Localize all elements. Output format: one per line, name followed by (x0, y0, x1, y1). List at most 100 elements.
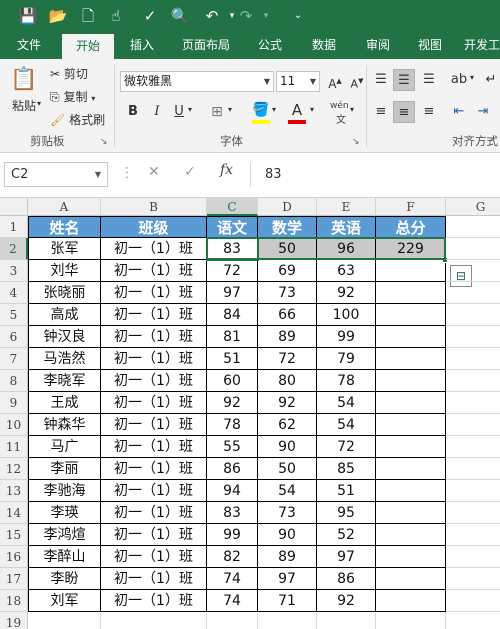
table-cell[interactable] (376, 480, 446, 502)
table-cell[interactable]: 90 (258, 436, 317, 458)
touch-mode-icon[interactable]: ☝ (104, 4, 128, 28)
row-header[interactable]: 13 (0, 480, 28, 502)
new-icon[interactable]: 🗋 (76, 4, 100, 28)
table-cell[interactable]: 李鸿煊 (28, 524, 101, 546)
row-header[interactable]: 4 (0, 282, 28, 304)
table-cell[interactable]: 初一（1）班 (101, 414, 207, 436)
align-top-icon[interactable]: ☰ (370, 69, 392, 91)
table-cell[interactable]: 92 (207, 392, 258, 414)
table-header-cell[interactable]: 班级 (101, 216, 207, 238)
table-cell[interactable]: 83 (207, 502, 258, 524)
cut-button[interactable]: ✂ 剪切 (50, 65, 88, 82)
table-cell[interactable]: 李瑛 (28, 502, 101, 524)
table-cell[interactable]: 张军 (28, 238, 101, 260)
table-cell[interactable]: 初一（1）班 (101, 282, 207, 304)
paste-dropdown-icon[interactable]: ▾ (37, 99, 41, 108)
cancel-icon[interactable]: ✕ (148, 164, 160, 180)
table-cell[interactable]: 66 (258, 304, 317, 326)
font-color-icon[interactable]: A (286, 99, 308, 121)
worksheet-grid[interactable]: A B C D E F G 1 2 3 4 5 6 7 8 9 10 11 12 13 14 15 16 17 1… (0, 198, 500, 629)
row-header[interactable]: 8 (0, 370, 28, 392)
table-cell[interactable]: 60 (207, 370, 258, 392)
table-cell[interactable] (376, 282, 446, 304)
table-cell[interactable]: 初一（1）班 (101, 260, 207, 282)
customize-icon[interactable]: ⌄ (286, 4, 310, 28)
underline-dropdown-icon[interactable]: ▾ (188, 105, 192, 114)
table-cell[interactable]: 71 (258, 590, 317, 612)
row-header[interactable]: 14 (0, 502, 28, 524)
table-cell[interactable]: 74 (207, 590, 258, 612)
table-cell[interactable]: 50 (258, 458, 317, 480)
table-cell[interactable]: 初一（1）班 (101, 370, 207, 392)
align-bottom-icon[interactable]: ☰ (418, 69, 440, 91)
tab-review[interactable]: 审阅 (358, 32, 398, 59)
table-cell[interactable]: 72 (207, 260, 258, 282)
open-icon[interactable]: 📂 (46, 4, 70, 28)
table-cell[interactable]: 54 (317, 414, 376, 436)
table-cell[interactable]: 80 (258, 370, 317, 392)
insert-function-button[interactable]: fx (220, 162, 233, 178)
decrease-indent-icon[interactable]: ⇤ (448, 101, 470, 123)
table-cell[interactable]: 86 (207, 458, 258, 480)
table-cell[interactable]: 99 (317, 326, 376, 348)
table-cell[interactable]: 94 (207, 480, 258, 502)
column-header-f[interactable]: F (376, 198, 446, 216)
table-cell[interactable]: 李盼 (28, 568, 101, 590)
enter-icon[interactable]: ✓ (184, 164, 196, 180)
row-header[interactable]: 7 (0, 348, 28, 370)
font-size-combo[interactable]: 11 ▼ (276, 71, 320, 92)
row-header[interactable]: 9 (0, 392, 28, 414)
paste-icon[interactable]: 📋 (10, 65, 38, 95)
row-header[interactable]: 15 (0, 524, 28, 546)
table-cell[interactable]: 马广 (28, 436, 101, 458)
spelling-icon[interactable]: ✓ (138, 4, 162, 28)
row-header[interactable]: 18 (0, 590, 28, 612)
row-header[interactable]: 10 (0, 414, 28, 436)
column-header-c[interactable]: C (207, 198, 258, 216)
fill-color-dropdown-icon[interactable]: ▾ (272, 105, 276, 114)
table-cell[interactable]: 王成 (28, 392, 101, 414)
decrease-font-icon[interactable]: A▼ (346, 70, 368, 92)
orientation-icon[interactable]: ab (448, 69, 470, 91)
column-header-g[interactable]: G (446, 198, 500, 216)
tab-insert[interactable]: 插入 (120, 32, 164, 59)
table-cell[interactable]: 73 (258, 502, 317, 524)
table-cell[interactable]: 82 (207, 546, 258, 568)
table-cell[interactable]: 92 (317, 282, 376, 304)
align-right-icon[interactable]: ≡ (418, 101, 440, 123)
table-cell[interactable] (376, 414, 446, 436)
table-cell[interactable]: 97 (258, 568, 317, 590)
table-header-cell[interactable]: 数学 (258, 216, 317, 238)
table-cell[interactable]: 92 (258, 392, 317, 414)
table-cell[interactable] (376, 546, 446, 568)
row-header[interactable]: 19 (0, 612, 28, 629)
table-cell[interactable]: 74 (207, 568, 258, 590)
table-cell[interactable]: 86 (317, 568, 376, 590)
increase-indent-icon[interactable]: ⇥ (472, 101, 494, 123)
table-cell[interactable]: 78 (207, 414, 258, 436)
table-cell[interactable]: 初一（1）班 (101, 304, 207, 326)
table-cell[interactable]: 92 (317, 590, 376, 612)
tab-page-layout[interactable]: 页面布局 (174, 32, 238, 59)
fill-color-icon[interactable]: 🪣 (250, 99, 272, 121)
table-cell[interactable]: 初一（1）班 (101, 546, 207, 568)
table-cell[interactable]: 初一（1）班 (101, 436, 207, 458)
tab-formulas[interactable]: 公式 (250, 32, 290, 59)
table-cell[interactable] (376, 370, 446, 392)
table-cell[interactable]: 72 (317, 436, 376, 458)
table-header-cell[interactable]: 英语 (317, 216, 376, 238)
wrap-text-icon[interactable]: ↵ (480, 69, 500, 91)
column-header-b[interactable]: B (101, 198, 207, 216)
table-cell[interactable] (376, 304, 446, 326)
table-cell[interactable]: 62 (258, 414, 317, 436)
table-cell[interactable]: 李驰海 (28, 480, 101, 502)
table-cell[interactable]: 84 (207, 304, 258, 326)
table-cell[interactable]: 79 (317, 348, 376, 370)
table-cell[interactable]: 89 (258, 546, 317, 568)
row-header[interactable]: 16 (0, 546, 28, 568)
bold-button[interactable]: B (122, 101, 144, 123)
table-cell[interactable]: 90 (258, 524, 317, 546)
table-cell[interactable]: 73 (258, 282, 317, 304)
table-cell[interactable]: 刘军 (28, 590, 101, 612)
table-cell[interactable] (376, 392, 446, 414)
